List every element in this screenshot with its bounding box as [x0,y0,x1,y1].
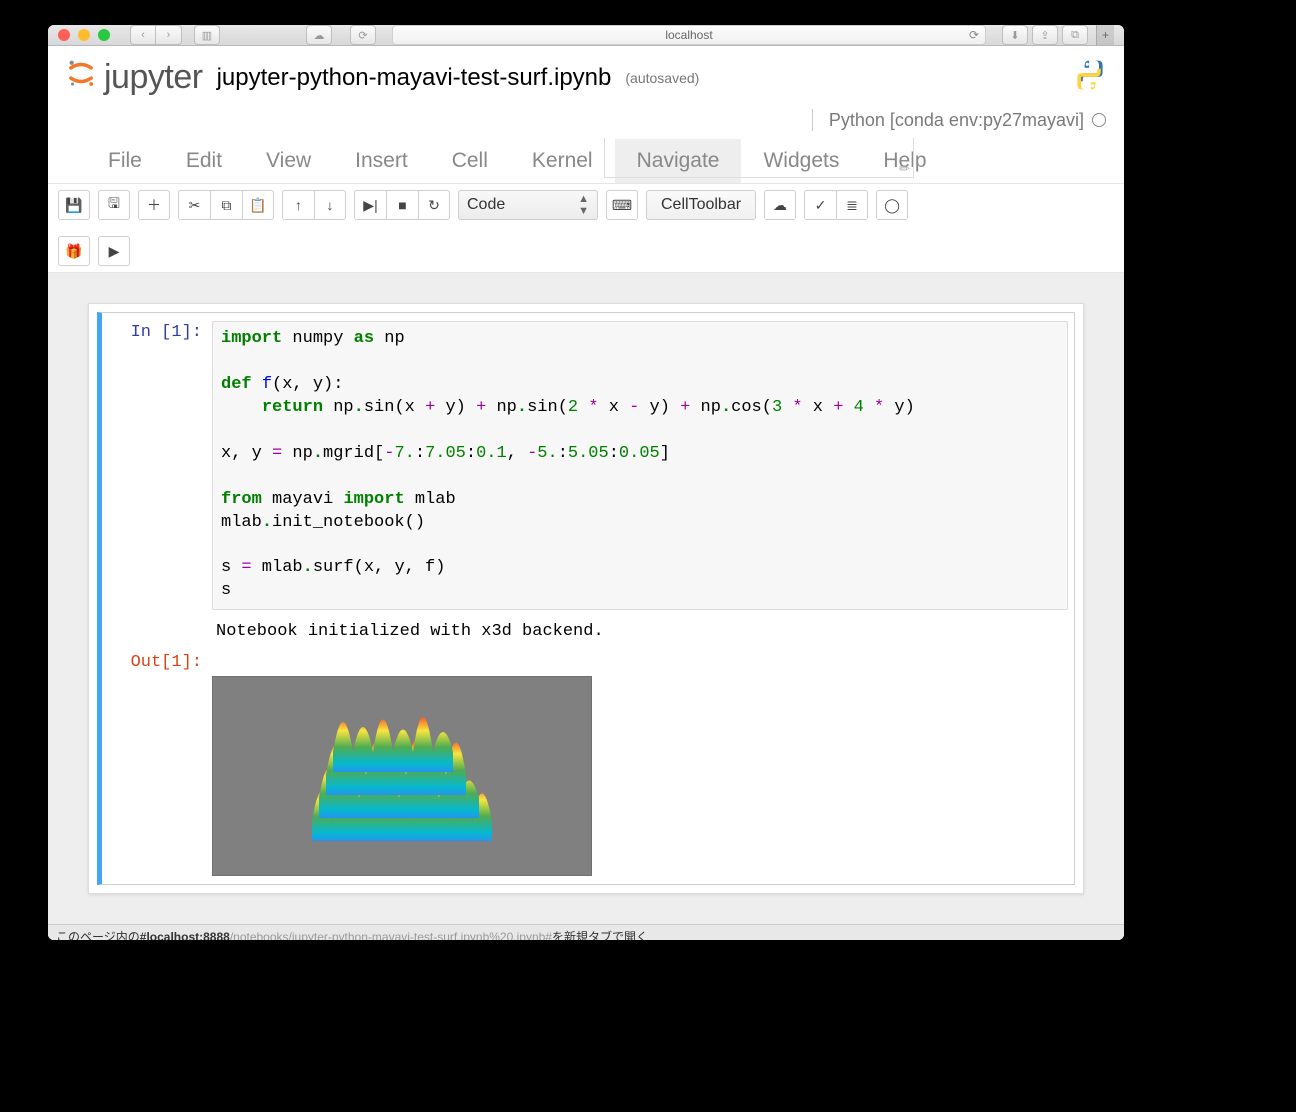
jupyter-logo[interactable]: jupyter [64,56,203,99]
stop-button[interactable]: ■ [386,190,418,220]
cell-type-select[interactable]: Code ▲▼ [458,190,598,220]
paste-button[interactable]: 📋 [242,190,274,220]
kernel-divider [812,109,813,131]
menu-help[interactable]: Help [861,139,948,183]
tabs-icon[interactable]: ⧉ [1062,25,1088,45]
surface-plot-icon [272,691,532,861]
run-button[interactable]: ▶| [354,190,386,220]
jupyter-logo-icon [64,56,98,99]
browser-statusbar: このページ内の#localhost:8888/notebooks/jupyter… [48,924,1124,940]
sidebar-toggle-icon[interactable]: ▥ [194,25,220,45]
menu-navigate[interactable]: Navigate [615,139,742,183]
restart-button[interactable]: ↻ [418,190,450,220]
cell-toolbar-label: CellToolbar [661,196,741,214]
status-suffix: を新規タブで開く [552,930,648,940]
jupyter-page: jupyter jupyter-python-mayavi-test-surf.… [48,46,1124,940]
github-icon[interactable]: ◯ [876,190,908,220]
address-bar[interactable]: localhost ⟳ [392,25,986,45]
browser-titlebar: ‹ › ▥ ☁ ⟳ localhost ⟳ ⬇ ⇪ ⧉ + [48,25,1124,46]
menubar: FileEditViewInsertCellKernelNavigateWidg… [48,139,1124,184]
browser-window: ‹ › ▥ ☁ ⟳ localhost ⟳ ⬇ ⇪ ⧉ + [48,25,1124,940]
mayavi-3d-output[interactable] [212,676,592,876]
jupyter-header: jupyter jupyter-python-mayavi-test-surf.… [48,46,1124,103]
save-button[interactable]: 💾 [58,190,90,220]
minimize-window-icon[interactable] [78,29,90,41]
refresh-alt-icon[interactable]: ⟳ [350,25,376,45]
keyboard-icon[interactable]: ⌨ [606,190,638,220]
cut-button[interactable]: ✂ [178,190,210,220]
youtube-icon[interactable]: ▶ [98,236,130,266]
toolbar: 💾 🖫 ＋ ✂ ⧉ 📋 ↑ ↓ ▶| ■ ↻ Code ▲▼ ⌨ [48,184,1124,273]
move-down-button[interactable]: ↓ [314,190,346,220]
cell-toolbar-button[interactable]: CellToolbar [646,190,756,220]
menu-edit[interactable]: Edit [164,139,244,183]
forward-button[interactable]: › [156,25,182,45]
notebook-scroll-area[interactable]: In [1]: import numpy as np def f(x, y): … [48,273,1124,924]
code-cell[interactable]: In [1]: import numpy as np def f(x, y): … [97,312,1075,885]
menu-insert[interactable]: Insert [333,139,430,183]
back-button[interactable]: ‹ [130,25,156,45]
menu-view[interactable]: View [244,139,333,183]
status-host: #localhost:8888 [140,930,230,940]
dropdown-icon: ▲▼ [578,193,589,217]
menu-file[interactable]: File [86,139,164,183]
brush-icon[interactable]: ✓ [804,190,836,220]
save-alt-button[interactable]: 🖫 [98,190,130,220]
nav-back-forward: ‹ › [130,25,182,45]
code-input-area[interactable]: import numpy as np def f(x, y): return n… [212,321,1068,610]
maximize-window-icon[interactable] [98,29,110,41]
menu-cell[interactable]: Cell [430,139,510,183]
cell-type-value: Code [467,196,505,214]
output-text: Notebook initialized with x3d backend. [212,610,1068,647]
add-cell-button[interactable]: ＋ [138,190,170,220]
kernel-name[interactable]: Python [conda env:py27mayavi] [829,110,1084,131]
cloud-upload-icon[interactable]: ☁ [764,190,796,220]
status-prefix: このページ内の [56,930,140,940]
downloads-icon[interactable]: ⬇ [1002,25,1028,45]
autosave-status: (autosaved) [625,70,699,86]
jupyter-logo-text: jupyter [104,58,203,97]
kernel-status-idle-icon[interactable] [1092,113,1106,127]
input-prompt: In [1]: [102,317,212,880]
python-logo-icon [1072,57,1108,98]
status-path: /notebooks/jupyter-python-mayavi-test-su… [230,930,552,940]
kernel-indicator-row: Python [conda env:py27mayavi] [48,103,1124,139]
list-icon[interactable]: ≣ [836,190,868,220]
share-icon[interactable]: ⇪ [1032,25,1058,45]
menu-widgets[interactable]: Widgets [741,139,861,183]
gift-icon[interactable]: 🎁 [58,236,90,266]
reader-icon[interactable]: ☁ [306,25,332,45]
copy-button[interactable]: ⧉ [210,190,242,220]
move-up-button[interactable]: ↑ [282,190,314,220]
notebook-container: In [1]: import numpy as np def f(x, y): … [88,303,1084,894]
new-tab-button[interactable]: + [1096,25,1114,45]
reload-icon[interactable]: ⟳ [969,28,979,42]
output-prompt: Out[1]: [102,647,212,672]
address-text: localhost [665,28,712,42]
window-controls [58,29,110,41]
menu-kernel[interactable]: Kernel [510,139,615,183]
close-window-icon[interactable] [58,29,70,41]
notebook-name[interactable]: jupyter-python-mayavi-test-surf.ipynb [217,64,612,92]
